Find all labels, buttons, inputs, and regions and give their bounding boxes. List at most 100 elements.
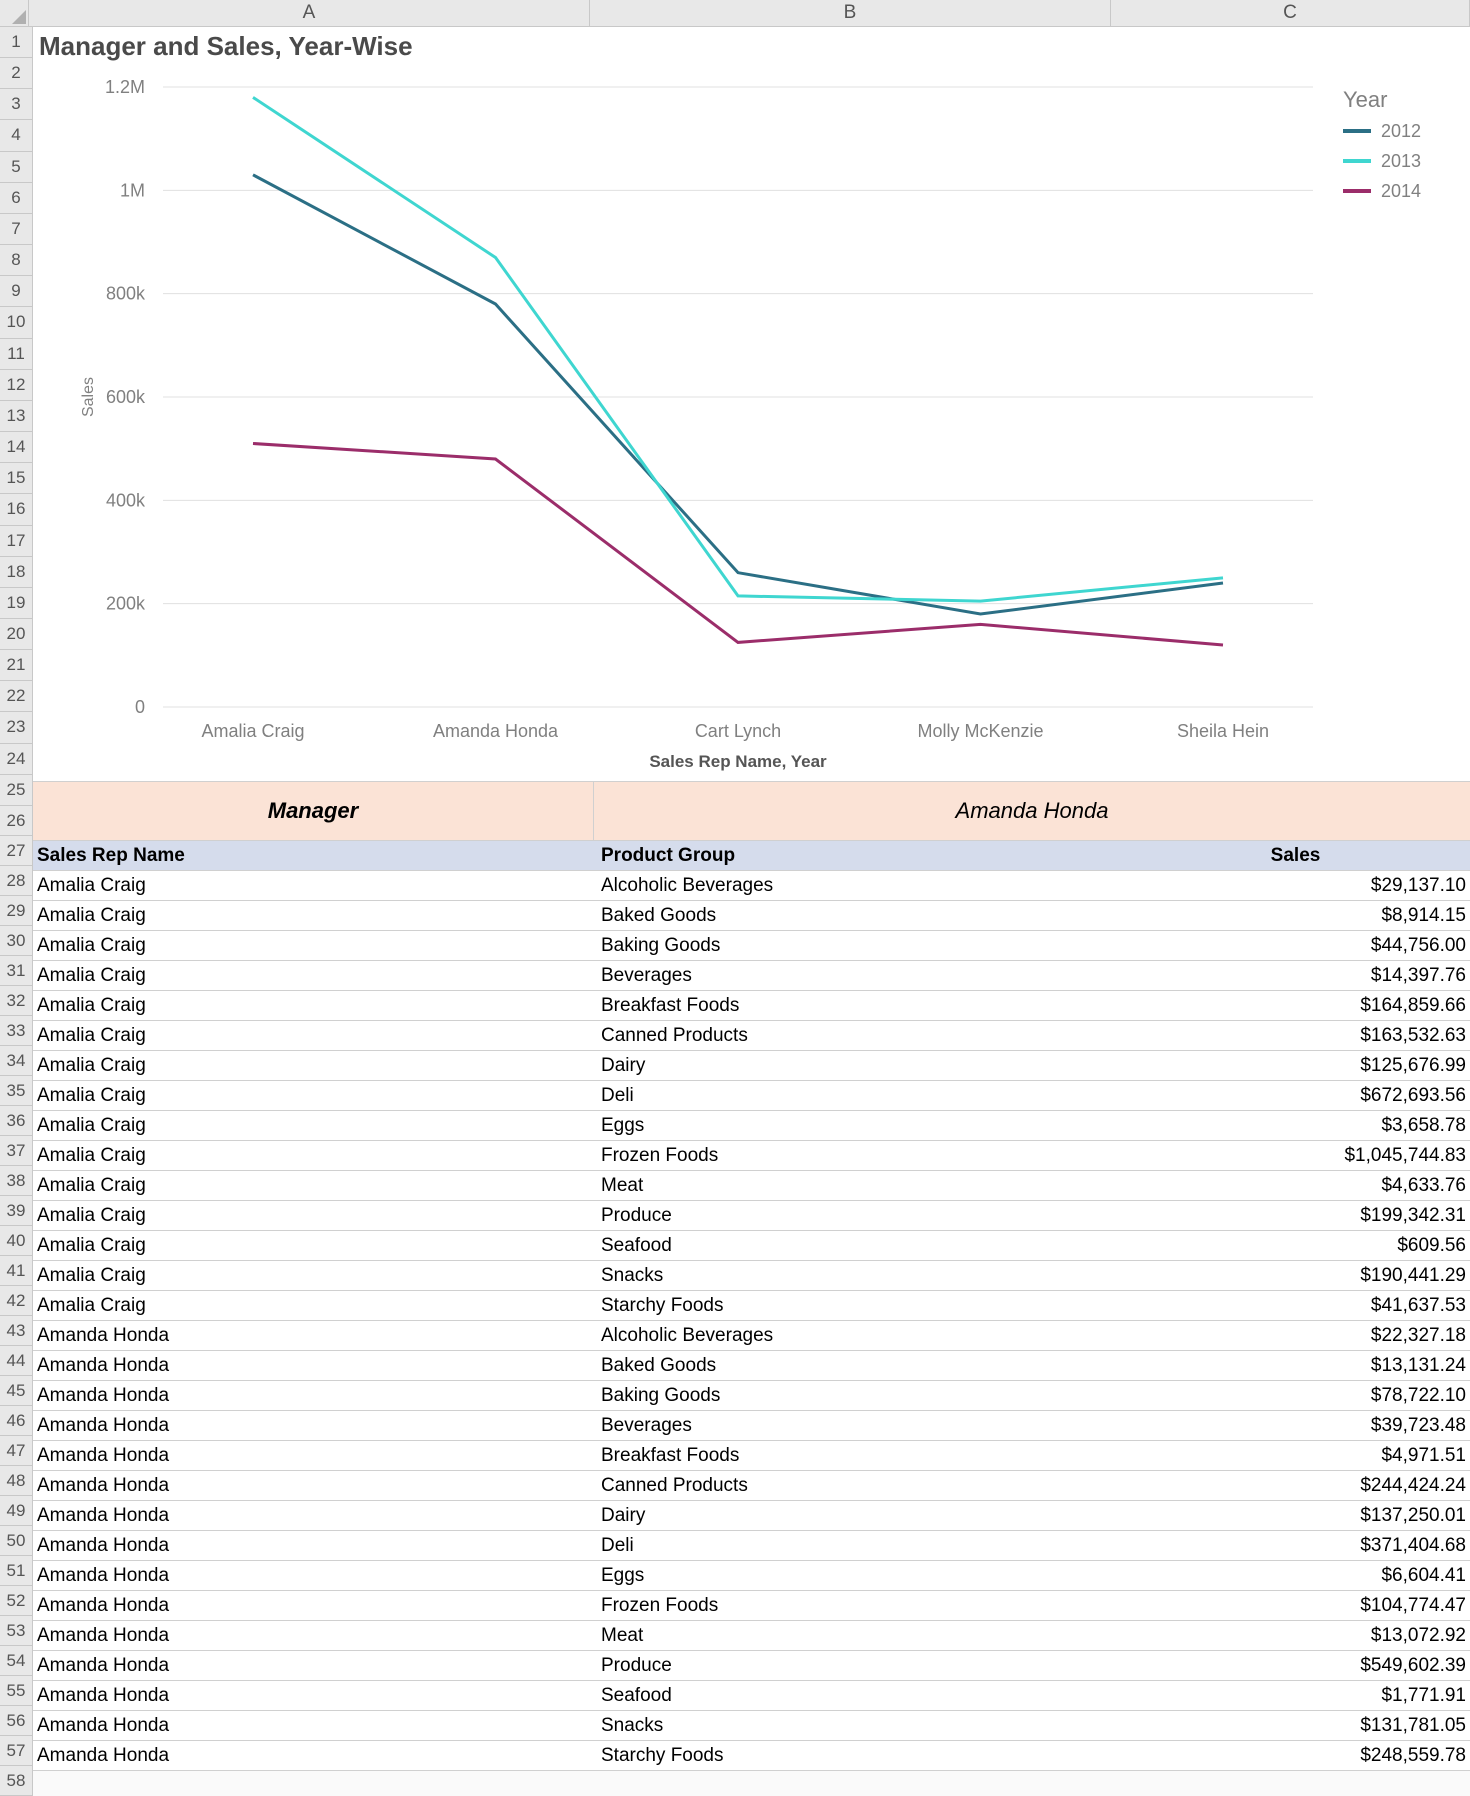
cell-product-group[interactable]: Dairy <box>597 1501 1121 1530</box>
row-header[interactable]: 26 <box>0 806 32 836</box>
row-header[interactable]: 50 <box>0 1526 32 1556</box>
cell-sales[interactable]: $13,072.92 <box>1121 1621 1470 1650</box>
row-header[interactable]: 7 <box>0 214 32 245</box>
cell-product-group[interactable]: Breakfast Foods <box>597 991 1121 1020</box>
cell-product-group[interactable]: Seafood <box>597 1231 1121 1260</box>
row-header[interactable]: 40 <box>0 1226 32 1256</box>
table-row[interactable]: Amanda HondaStarchy Foods$248,559.78 <box>33 1741 1470 1771</box>
row-header[interactable]: 18 <box>0 557 32 588</box>
cell-sales[interactable]: $3,658.78 <box>1121 1111 1470 1140</box>
row-header[interactable]: 43 <box>0 1316 32 1346</box>
cell-sales[interactable]: $13,131.24 <box>1121 1351 1470 1380</box>
row-header[interactable]: 51 <box>0 1556 32 1586</box>
table-row[interactable]: Amalia CraigFrozen Foods$1,045,744.83 <box>33 1141 1470 1171</box>
cell-sales[interactable]: $39,723.48 <box>1121 1411 1470 1440</box>
cell-product-group[interactable]: Meat <box>597 1171 1121 1200</box>
cell-sales[interactable]: $371,404.68 <box>1121 1531 1470 1560</box>
row-header[interactable]: 35 <box>0 1076 32 1106</box>
table-row[interactable]: Amanda HondaDeli$371,404.68 <box>33 1531 1470 1561</box>
cell-product-group[interactable]: Beverages <box>597 1411 1121 1440</box>
cell-sales[interactable]: $190,441.29 <box>1121 1261 1470 1290</box>
cell-sales-rep[interactable]: Amalia Craig <box>33 901 597 930</box>
cell-product-group[interactable]: Canned Products <box>597 1471 1121 1500</box>
table-row[interactable]: Amanda HondaBreakfast Foods$4,971.51 <box>33 1441 1470 1471</box>
table-row[interactable]: Amanda HondaSeafood$1,771.91 <box>33 1681 1470 1711</box>
header-sales-rep[interactable]: Sales Rep Name <box>33 841 597 870</box>
cell-sales[interactable]: $609.56 <box>1121 1231 1470 1260</box>
row-header[interactable]: 54 <box>0 1646 32 1676</box>
cell-product-group[interactable]: Seafood <box>597 1681 1121 1710</box>
cell-sales[interactable]: $248,559.78 <box>1121 1741 1470 1770</box>
cell-sales-rep[interactable]: Amanda Honda <box>33 1351 597 1380</box>
row-header[interactable]: 15 <box>0 463 32 494</box>
table-row[interactable]: Amalia CraigDeli$672,693.56 <box>33 1081 1470 1111</box>
row-header[interactable]: 47 <box>0 1436 32 1466</box>
row-header[interactable]: 6 <box>0 183 32 214</box>
cell-product-group[interactable]: Meat <box>597 1621 1121 1650</box>
cell-product-group[interactable]: Eggs <box>597 1111 1121 1140</box>
table-row[interactable]: Amalia CraigBaking Goods$44,756.00 <box>33 931 1470 961</box>
table-row[interactable]: Amanda HondaAlcoholic Beverages$22,327.1… <box>33 1321 1470 1351</box>
cell-sales[interactable]: $8,914.15 <box>1121 901 1470 930</box>
table-row[interactable]: Amalia CraigBreakfast Foods$164,859.66 <box>33 991 1470 1021</box>
row-header[interactable]: 57 <box>0 1736 32 1766</box>
cell-sales-rep[interactable]: Amalia Craig <box>33 1291 597 1320</box>
cell-product-group[interactable]: Produce <box>597 1201 1121 1230</box>
column-header-B[interactable]: B <box>590 0 1111 26</box>
table-row[interactable]: Amalia CraigBaked Goods$8,914.15 <box>33 901 1470 931</box>
cell-sales-rep[interactable]: Amalia Craig <box>33 991 597 1020</box>
row-header[interactable]: 58 <box>0 1766 32 1796</box>
cell-sales[interactable]: $199,342.31 <box>1121 1201 1470 1230</box>
row-header[interactable]: 20 <box>0 619 32 650</box>
row-header[interactable]: 48 <box>0 1466 32 1496</box>
row-header[interactable]: 42 <box>0 1286 32 1316</box>
cell-sales-rep[interactable]: Amalia Craig <box>33 1081 597 1110</box>
cell-sales-rep[interactable]: Amalia Craig <box>33 1261 597 1290</box>
row-header[interactable]: 33 <box>0 1016 32 1046</box>
cell-sales[interactable]: $244,424.24 <box>1121 1471 1470 1500</box>
cell-sales-rep[interactable]: Amanda Honda <box>33 1591 597 1620</box>
cell-sales[interactable]: $22,327.18 <box>1121 1321 1470 1350</box>
row-header[interactable]: 55 <box>0 1676 32 1706</box>
cell-sales-rep[interactable]: Amalia Craig <box>33 1111 597 1140</box>
cell-sales-rep[interactable]: Amanda Honda <box>33 1411 597 1440</box>
cell-sales-rep[interactable]: Amalia Craig <box>33 931 597 960</box>
row-header[interactable]: 46 <box>0 1406 32 1436</box>
cell-sales[interactable]: $164,859.66 <box>1121 991 1470 1020</box>
cell-product-group[interactable]: Beverages <box>597 961 1121 990</box>
cell-sales-rep[interactable]: Amanda Honda <box>33 1531 597 1560</box>
cell-sales[interactable]: $29,137.10 <box>1121 871 1470 900</box>
cell-product-group[interactable]: Canned Products <box>597 1021 1121 1050</box>
cell-sales[interactable]: $4,971.51 <box>1121 1441 1470 1470</box>
cell-product-group[interactable]: Starchy Foods <box>597 1291 1121 1320</box>
row-header[interactable]: 52 <box>0 1586 32 1616</box>
row-header[interactable]: 11 <box>0 339 32 370</box>
row-header[interactable]: 34 <box>0 1046 32 1076</box>
row-header[interactable]: 39 <box>0 1196 32 1226</box>
row-header[interactable]: 21 <box>0 650 32 681</box>
cell-sales-rep[interactable]: Amalia Craig <box>33 1051 597 1080</box>
table-row[interactable]: Amanda HondaBaked Goods$13,131.24 <box>33 1351 1470 1381</box>
table-row[interactable]: Amanda HondaSnacks$131,781.05 <box>33 1711 1470 1741</box>
cell-product-group[interactable]: Produce <box>597 1651 1121 1680</box>
row-header[interactable]: 56 <box>0 1706 32 1736</box>
cell-product-group[interactable]: Snacks <box>597 1261 1121 1290</box>
cell-sales-rep[interactable]: Amanda Honda <box>33 1741 597 1770</box>
cell-sales[interactable]: $549,602.39 <box>1121 1651 1470 1680</box>
table-row[interactable]: Amalia CraigBeverages$14,397.76 <box>33 961 1470 991</box>
cell-sales[interactable]: $163,532.63 <box>1121 1021 1470 1050</box>
cell-product-group[interactable]: Baked Goods <box>597 1351 1121 1380</box>
table-row[interactable]: Amalia CraigSnacks$190,441.29 <box>33 1261 1470 1291</box>
row-header[interactable]: 14 <box>0 432 32 463</box>
cell-sales[interactable]: $131,781.05 <box>1121 1711 1470 1740</box>
cell-sales[interactable]: $1,771.91 <box>1121 1681 1470 1710</box>
row-header[interactable]: 38 <box>0 1166 32 1196</box>
row-header[interactable]: 53 <box>0 1616 32 1646</box>
row-header[interactable]: 36 <box>0 1106 32 1136</box>
cell-sales-rep[interactable]: Amanda Honda <box>33 1621 597 1650</box>
row-header[interactable]: 23 <box>0 712 32 743</box>
cell-sales[interactable]: $125,676.99 <box>1121 1051 1470 1080</box>
cell-product-group[interactable]: Baked Goods <box>597 901 1121 930</box>
cell-sales-rep[interactable]: Amalia Craig <box>33 1201 597 1230</box>
row-header[interactable]: 9 <box>0 276 32 307</box>
